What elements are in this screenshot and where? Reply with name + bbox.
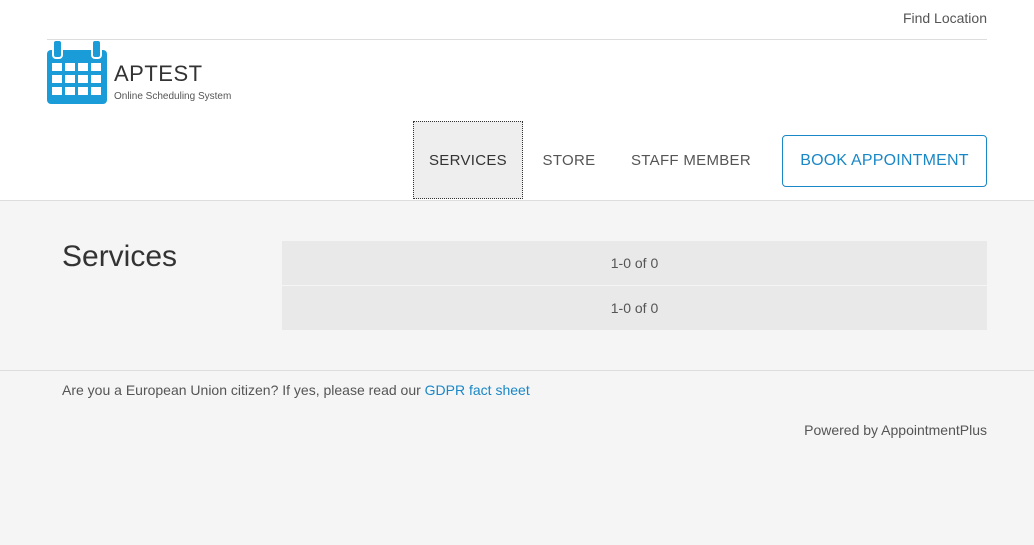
nav-staff-member[interactable]: STAFF MEMBER: [622, 121, 760, 199]
page-title: Services: [62, 240, 178, 273]
nav-services[interactable]: SERVICES: [413, 121, 523, 199]
footer-divider: [0, 370, 1034, 371]
pagination-top: 1-0 of 0: [282, 241, 987, 285]
brand-tagline: Online Scheduling System: [114, 91, 232, 102]
powered-by: Powered by AppointmentPlus: [804, 422, 987, 438]
nav-store[interactable]: STORE: [530, 121, 608, 199]
book-appointment-button[interactable]: BOOK APPOINTMENT: [782, 135, 987, 187]
find-location-link[interactable]: Find Location: [903, 10, 987, 26]
gdpr-text: Are you a European Union citizen? If yes…: [62, 382, 421, 398]
brand-name: APTEST: [114, 61, 203, 86]
pagination-bottom: 1-0 of 0: [282, 286, 987, 330]
brand-logo[interactable]: APTEST Online Scheduling System: [47, 40, 267, 106]
gdpr-notice: Are you a European Union citizen? If yes…: [62, 382, 530, 398]
site-header: Find Location APTEST Online Scheduling S…: [0, 0, 1034, 201]
calendar-icon: [47, 40, 107, 104]
gdpr-fact-sheet-link[interactable]: GDPR fact sheet: [425, 382, 530, 398]
